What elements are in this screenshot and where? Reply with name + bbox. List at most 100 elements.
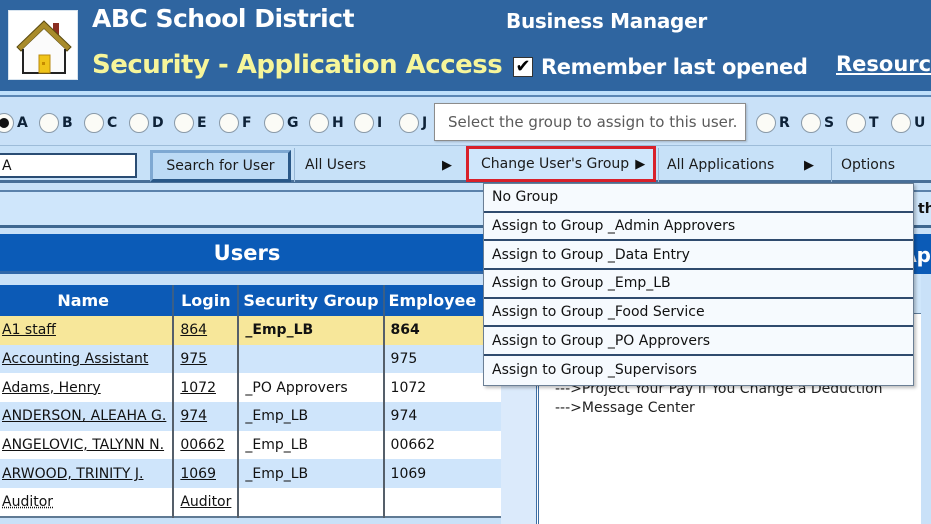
security-group-cell: _Emp_LB [237,402,384,431]
table-row[interactable]: ARWOOD, TRINITY J. 1069 _Emp_LB 1069 [0,459,506,489]
group-option-supervisors[interactable]: Assign to Group _Supervisors [484,356,913,385]
users-table-header: Name Login Security Group Employee ID [0,285,508,316]
table-row[interactable]: A1 staff 864 _Emp_LB 864 [0,316,506,345]
options-menu[interactable]: Options [831,148,931,182]
employee-id-cell [382,488,506,517]
security-group-cell: _Emp_LB [237,316,384,345]
district-name: ABC School District [92,4,355,33]
submenu-arrow-icon: ▶ [635,156,646,172]
security-group-cell [237,488,384,517]
letter-radio-e[interactable]: E [174,113,215,133]
radio-icon[interactable] [309,113,329,133]
letter-radio-i[interactable]: I [354,113,395,133]
letter-radio-u[interactable]: U [891,113,931,133]
group-option-no-group[interactable]: No Group [484,184,913,213]
letter-radio-h[interactable]: H [309,113,350,133]
user-login-link[interactable]: 1069 [180,466,216,482]
change-group-label: Change User's Group [481,156,630,172]
options-label: Options [841,157,896,173]
radio-icon[interactable] [219,113,239,133]
table-row[interactable]: ANDERSON, ALEAHA G. 974 _Emp_LB 974 [0,402,506,431]
group-option-emp-lb[interactable]: Assign to Group _Emp_LB [484,270,913,299]
letter-radio-a[interactable]: A [0,113,35,133]
user-name-link[interactable]: ARWOOD, TRINITY J. [2,466,143,482]
column-header-security-group[interactable]: Security Group [237,285,385,316]
users-panel-title: Users [0,234,494,274]
users-filter-menu[interactable]: All Users ▶ [294,148,462,182]
user-name-link[interactable]: A1 staff [2,322,56,338]
table-row[interactable]: Auditor Auditor [0,488,506,517]
users-table: Name Login Security Group Employee ID A1… [0,285,508,518]
table-row[interactable]: Accounting Assistant 975 975 [0,344,506,374]
search-for-user-button[interactable]: Search for User [150,150,291,182]
radio-icon[interactable] [756,113,776,133]
user-login-link[interactable]: 864 [180,322,207,338]
employee-id-cell: 1069 [382,459,506,489]
security-group-cell: _Emp_LB [237,459,384,489]
radio-selected-icon[interactable] [0,113,14,133]
security-group-cell: _PO Approvers [237,373,384,403]
home-button[interactable] [8,10,78,80]
letter-radio-r[interactable]: R [756,113,797,133]
letter-radio-s[interactable]: S [801,113,842,133]
change-users-group-menu[interactable]: Change User's Group ▶ [466,146,656,182]
alphabet-filter-right: R S T U [756,108,931,138]
header-divider [0,91,931,97]
group-option-admin-approvers[interactable]: Assign to Group _Admin Approvers [484,212,913,242]
radio-icon[interactable] [891,113,911,133]
user-name-link[interactable]: Accounting Assistant [2,351,148,367]
letter-radio-d[interactable]: D [129,113,170,133]
radio-icon[interactable] [399,113,419,133]
user-login-link[interactable]: 00662 [180,437,225,453]
change-group-dropdown: No Group Assign to Group _Admin Approver… [483,183,914,386]
letter-radio-b[interactable]: B [39,113,80,133]
user-search-input[interactable] [0,153,137,178]
security-group-cell [237,344,384,374]
user-name-link[interactable]: Adams, Henry [2,380,101,396]
column-header-login[interactable]: Login [172,285,240,316]
group-option-po-approvers[interactable]: Assign to Group _PO Approvers [484,327,913,357]
page-title: Security - Application Access [92,50,503,80]
filter-strip-partial-text: th [918,201,931,217]
toolbar: Search for User All Users ▶ Change User'… [0,145,931,183]
user-name-link[interactable]: Auditor [2,494,53,510]
user-name-link[interactable]: ANGELOVIC, TALYNN N. [2,437,164,453]
right-edge [921,274,931,524]
letter-radio-c[interactable]: C [84,113,125,133]
user-name-link[interactable]: ANDERSON, ALEAHA G. [2,408,166,424]
radio-icon[interactable] [129,113,149,133]
remember-last-opened[interactable]: ✔ Remember last opened [513,55,808,79]
radio-icon[interactable] [264,113,284,133]
users-filter-label: All Users [305,157,367,173]
letter-radio-f[interactable]: F [219,113,260,133]
letter-radio-t[interactable]: T [846,113,887,133]
user-login-link[interactable]: Auditor [180,494,231,510]
group-option-food-service[interactable]: Assign to Group _Food Service [484,298,913,328]
user-login-link[interactable]: 974 [180,408,207,424]
radio-icon[interactable] [84,113,104,133]
radio-icon[interactable] [174,113,194,133]
letter-radio-g[interactable]: G [264,113,305,133]
column-header-name[interactable]: Name [0,285,175,316]
group-option-data-entry[interactable]: Assign to Group _Data Entry [484,241,913,271]
product-name: Business Manager [506,9,707,33]
alphabet-filter: A B C D E F G H I J [0,108,444,138]
resources-link[interactable]: Resources [836,52,931,76]
employee-id-cell: 00662 [382,430,506,460]
radio-icon[interactable] [846,113,866,133]
user-login-link[interactable]: 975 [180,351,207,367]
radio-icon[interactable] [354,113,374,133]
table-row[interactable]: Adams, Henry 1072 _PO Approvers 1072 [0,373,506,403]
radio-icon[interactable] [801,113,821,133]
tooltip: Select the group to assign to this user. [434,103,746,141]
applications-filter-menu[interactable]: All Applications ▶ [658,148,830,182]
remember-checkbox[interactable]: ✔ [513,57,533,77]
radio-icon[interactable] [39,113,59,133]
user-login-link[interactable]: 1072 [180,380,216,396]
submenu-arrow-icon: ▶ [804,157,814,173]
app-header: ABC School District Security - Applicati… [0,0,931,93]
application-item[interactable]: --->Message Center [539,399,921,418]
submenu-arrow-icon: ▶ [442,157,452,173]
table-row[interactable]: ANGELOVIC, TALYNN N. 00662 _Emp_LB 00662 [0,430,506,460]
house-icon [16,20,72,74]
